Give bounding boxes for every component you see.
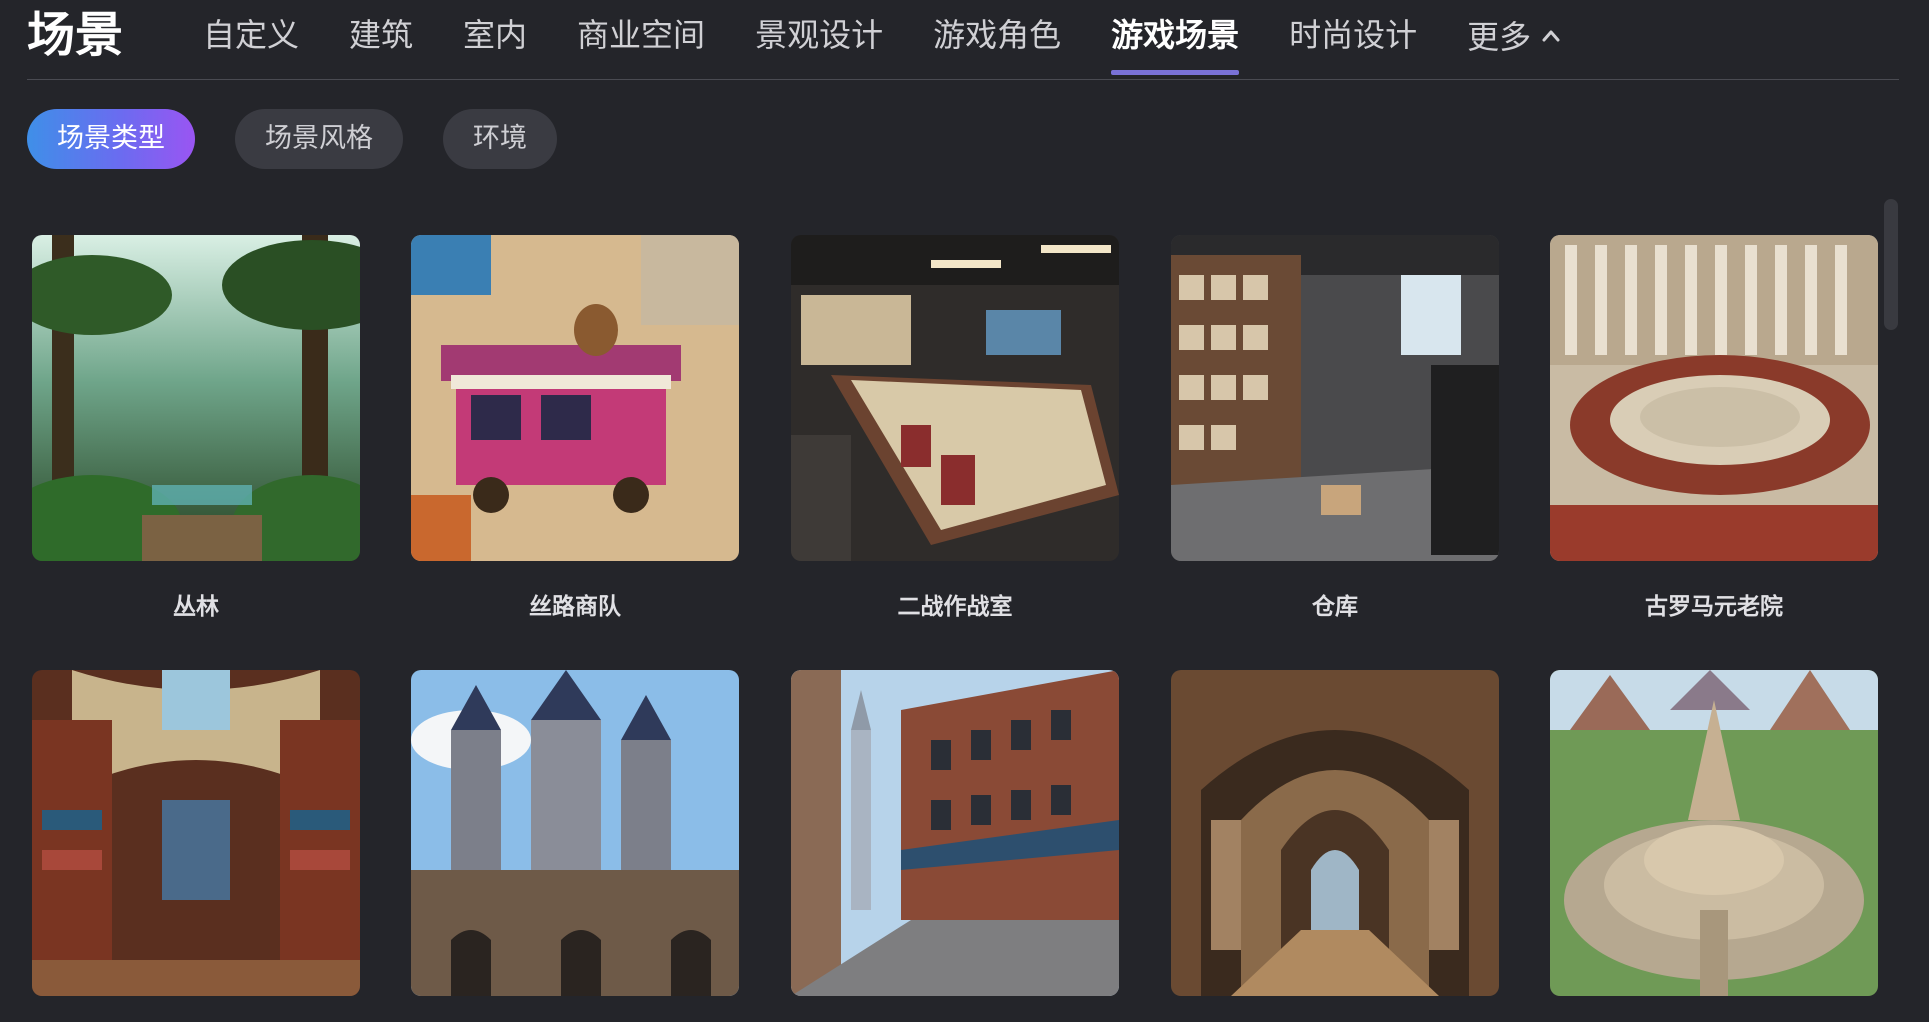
nav-tab-commercial[interactable]: 商业空间 (577, 14, 705, 58)
nav-tab-label: 游戏场景 (1111, 16, 1240, 54)
nav-tab-game-character[interactable]: 游戏角色 (933, 14, 1061, 58)
top-header: 场景 自定义 建筑 室内 商业空间 景观设计 游戏角色 游戏场景 时尚设计 更多 (27, 0, 1899, 80)
nav-tab-label: 景观设计 (755, 16, 884, 54)
castle-image[interactable] (411, 670, 739, 996)
scene-card-label: 仓库 (1312, 594, 1358, 620)
warehouse-image[interactable] (1171, 235, 1499, 561)
nav-tab-game-scene[interactable]: 游戏场景 (1111, 14, 1240, 75)
nav-tab-label: 室内 (463, 16, 528, 54)
library-image[interactable] (32, 670, 360, 996)
scene-card-war-room[interactable]: 二战作战室 (791, 235, 1119, 621)
scene-card-city-street[interactable] (791, 670, 1119, 1022)
nav-tab-label: 自定义 (203, 16, 300, 54)
nav-tab-label: 时尚设计 (1289, 16, 1418, 54)
nav-more-button[interactable]: 更多 (1467, 14, 1561, 58)
nav-tab-label: 建筑 (349, 16, 414, 54)
temple-image[interactable] (1550, 670, 1878, 996)
filter-scene-style[interactable]: 场景风格 (235, 109, 403, 169)
scene-card-warehouse[interactable]: 仓库 (1171, 235, 1499, 621)
scene-card-silk-road[interactable]: 丝路商队 (411, 235, 739, 621)
scene-card-temple[interactable] (1550, 670, 1878, 1022)
tunnel-image[interactable] (1171, 670, 1499, 996)
nav-tab-interior[interactable]: 室内 (463, 14, 527, 58)
scene-card-library[interactable] (32, 670, 360, 1022)
scene-card-label: 二战作战室 (897, 594, 1013, 620)
filter-environment[interactable]: 环境 (443, 109, 557, 169)
city-street-image[interactable] (791, 670, 1119, 996)
roman-senate-image[interactable] (1550, 235, 1878, 561)
nav-tab-label: 游戏角色 (933, 16, 1062, 54)
category-nav: 自定义 建筑 室内 商业空间 景观设计 游戏角色 游戏场景 时尚设计 更多 (203, 14, 1611, 75)
scene-card-jungle[interactable]: 丛林 (32, 235, 360, 621)
scene-card-label: 古罗马元老院 (1645, 594, 1783, 620)
nav-tab-label: 更多 (1467, 18, 1532, 56)
scrollbar-thumb[interactable] (1884, 199, 1898, 330)
nav-tab-custom[interactable]: 自定义 (203, 14, 299, 58)
silk-road-caravan-image[interactable] (411, 235, 739, 561)
scene-card-label: 丝路商队 (529, 594, 621, 620)
chevron-up-icon (1541, 14, 1561, 42)
scene-card-tunnel[interactable] (1171, 670, 1499, 1022)
ww2-war-room-image[interactable] (791, 235, 1119, 561)
nav-tab-landscape[interactable]: 景观设计 (755, 14, 883, 58)
filter-bar: 场景类型 场景风格 环境 (27, 109, 597, 169)
filter-scene-type[interactable]: 场景类型 (27, 109, 195, 169)
jungle-image[interactable] (32, 235, 360, 561)
scene-card-roman-senate[interactable]: 古罗马元老院 (1550, 235, 1878, 621)
nav-tab-label: 商业空间 (577, 16, 706, 54)
scene-card-castle[interactable] (411, 670, 739, 1022)
page-title: 场景 (27, 7, 124, 63)
nav-tab-fashion[interactable]: 时尚设计 (1289, 14, 1417, 58)
nav-tab-architecture[interactable]: 建筑 (349, 14, 413, 58)
scene-card-label: 丛林 (173, 594, 219, 620)
